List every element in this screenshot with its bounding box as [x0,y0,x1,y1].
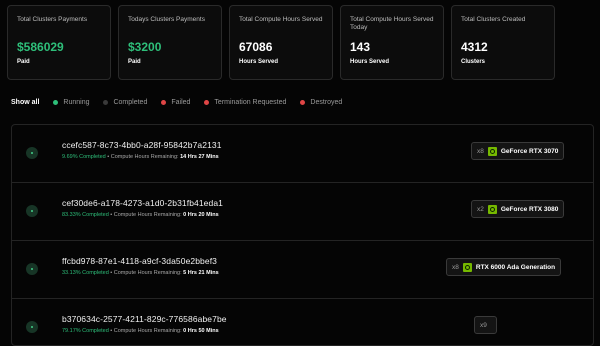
filter-label: Failed [171,99,191,106]
remaining-label: • Compute Hours Remaining: [108,328,182,334]
percent-completed: 33.13% Completed [62,270,109,276]
gpu-name: RTX 6000 Ada Generation [475,263,556,271]
filter-completed[interactable]: Completed [103,99,147,106]
cluster-id: b370634c-2577-4211-829c-776586abe7be [62,314,227,324]
remaining-time: 5 Hrs 21 Mins [183,270,219,276]
gpu-badge: x8 GeForce RTX 3070 [471,142,565,160]
cluster-list: ccefc587-8c73-4bb0-a28f-95842b7a2131 9.6… [11,124,594,346]
cluster-row[interactable]: cef30de6-a178-4273-a1d0-2b31fb41eda1 83.… [12,183,593,241]
stat-value: $3200 [128,40,162,54]
cluster-row[interactable]: b370634c-2577-4211-829c-776586abe7be 79.… [12,299,593,345]
nvidia-logo-icon [487,204,497,214]
cluster-progress: 79.17% Completed • Compute Hours Remaini… [62,328,219,334]
filter-label: Completed [113,99,148,106]
gpu-name: GeForce RTX 3080 [500,205,559,213]
filter-destroyed[interactable]: Destroyed [300,99,342,106]
stat-card-total-hours: Total Compute Hours Served 67086 Hours S… [229,5,333,80]
stat-value: 67086 [239,40,273,54]
filter-label: Termination Requested [214,99,287,106]
running-status-icon [26,205,38,217]
stat-card-todays-payments: Todays Clusters Payments $3200 Paid [118,5,222,80]
filter-label: Running [63,99,90,106]
stat-label: Total Compute Hours Served [239,16,323,23]
stat-value: 4312 [461,40,488,54]
gpu-count: x9 [480,321,487,329]
stat-card-hours-today: Total Compute Hours Served Today 143 Hou… [340,5,444,80]
filter-running[interactable]: Running [53,99,89,106]
stat-label: Total Compute Hours Served Today [350,16,434,31]
gpu-badge: x8 RTX 6000 Ada Generation [446,258,562,276]
running-status-icon [26,263,38,275]
cluster-id: cef30de6-a178-4273-a1d0-2b31fb41eda1 [62,198,223,208]
stat-sub: Clusters [461,59,486,65]
nvidia-logo-icon [462,262,472,272]
status-filters: Show all Running Completed Failed Termin… [11,99,356,106]
percent-completed: 83.33% Completed [62,212,109,218]
remaining-label: • Compute Hours Remaining: [105,154,179,160]
completed-dot-icon [103,100,109,105]
gpu-name: GeForce RTX 3070 [500,147,559,155]
filter-label: Destroyed [310,99,343,106]
remaining-time: 0 Hrs 50 Mins [183,328,219,334]
gpu-count: x8 [477,147,484,155]
gpu-badge: x2 GeForce RTX 3080 [471,200,565,218]
gpu-badge: x9 [474,316,497,334]
stat-sub: Hours Served [239,59,279,65]
running-dot-icon [53,100,59,105]
stats-cards: Total Clusters Payments $586029 Paid Tod… [7,5,555,80]
stat-label: Todays Clusters Payments [128,16,205,23]
cluster-progress: 9.69% Completed • Compute Hours Remainin… [62,154,219,160]
failed-dot-icon [161,100,167,105]
filter-failed[interactable]: Failed [161,99,190,106]
cluster-row[interactable]: ccefc587-8c73-4bb0-a28f-95842b7a2131 9.6… [12,125,593,183]
filter-show-all[interactable]: Show all [11,99,39,106]
stat-sub: Hours Served [350,59,390,65]
cluster-row[interactable]: ffcbd978-87e1-4118-a9cf-3da50e2bbef3 33.… [12,241,593,299]
destroyed-dot-icon [300,100,306,105]
remaining-label: • Compute Hours Remaining: [108,270,182,276]
percent-completed: 9.69% Completed [62,154,106,160]
cluster-id: ccefc587-8c73-4bb0-a28f-95842b7a2131 [62,140,222,150]
stat-label: Total Clusters Payments [17,16,88,23]
stat-value: 143 [350,40,371,54]
running-status-icon [26,321,38,333]
remaining-time: 0 Hrs 20 Mins [183,212,219,218]
cluster-progress: 33.13% Completed • Compute Hours Remaini… [62,270,219,276]
gpu-count: x8 [452,263,459,271]
gpu-count: x2 [477,205,484,213]
percent-completed: 79.17% Completed [62,328,109,334]
stat-label: Total Clusters Created [461,16,526,23]
stat-value: $586029 [17,40,64,54]
remaining-time: 14 Hrs 27 Mins [180,154,219,160]
cluster-id: ffcbd978-87e1-4118-a9cf-3da50e2bbef3 [62,256,217,266]
running-status-icon [26,147,38,159]
stat-sub: Paid [128,59,141,65]
stat-card-clusters-created: Total Clusters Created 4312 Clusters [451,5,555,80]
termination-dot-icon [204,100,210,105]
nvidia-logo-icon [487,146,497,156]
stat-card-total-payments: Total Clusters Payments $586029 Paid [7,5,111,80]
filter-label: Show all [11,99,40,106]
stat-sub: Paid [17,59,30,65]
remaining-label: • Compute Hours Remaining: [108,212,182,218]
cluster-progress: 83.33% Completed • Compute Hours Remaini… [62,212,219,218]
filter-termination-requested[interactable]: Termination Requested [204,99,286,106]
